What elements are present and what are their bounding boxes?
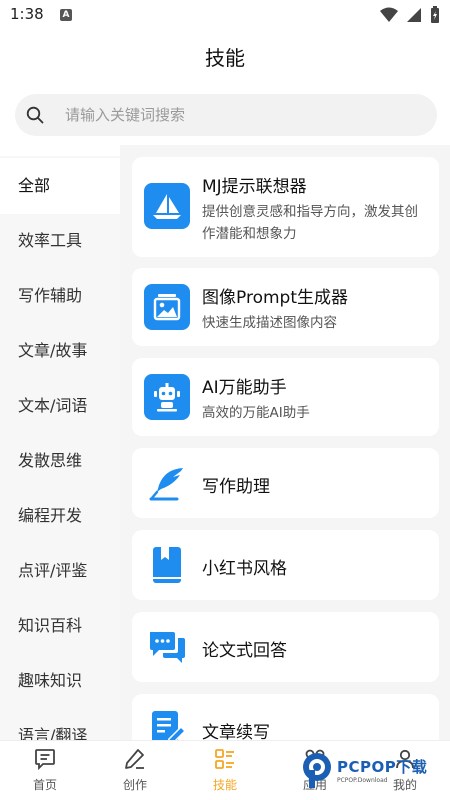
category-sidebar: 全部 效率工具 写作辅助 文章/故事 文本/词语 发散思维 编程开发 点评/评鉴… (0, 156, 120, 740)
notification-a-icon: A (60, 9, 72, 21)
sidebar-item-divergent-thinking[interactable]: 发散思维 (0, 433, 120, 489)
skill-title: AI万能助手 (202, 378, 287, 398)
pen-icon (125, 749, 144, 769)
skill-card-writing-assistant[interactable]: 写作助理 (132, 448, 439, 518)
status-bar: 1:38 A (0, 0, 450, 30)
skill-card-xiaohongshu[interactable]: 小红书风格 (132, 530, 439, 600)
watermark-sub: PCPOP.Download (337, 777, 388, 784)
skill-title: MJ提示联想器 (202, 177, 307, 197)
page-title: 技能 (205, 46, 245, 70)
skills-list: MJ提示联想器 提供创意灵感和指导方向，激发其创作潜能和想象力 图像Prompt… (120, 145, 450, 740)
skill-desc: 提供创意灵感和指导方向，激发其创作潜能和想象力 (202, 204, 418, 242)
skill-title: 论文式回答 (202, 641, 287, 661)
nav-label: 创作 (122, 778, 147, 792)
sidebar-item-language-translation[interactable]: 语言/翻译 (0, 708, 120, 740)
search-bar[interactable] (15, 94, 437, 136)
skill-card-mj-prompt[interactable]: MJ提示联想器 提供创意灵感和指导方向，激发其创作潜能和想象力 (132, 157, 439, 257)
sidebar-item-text-words[interactable]: 文本/词语 (0, 378, 120, 434)
search-input[interactable] (65, 94, 425, 136)
status-time: 1:38 (10, 5, 44, 23)
nav-tab-home[interactable]: 首页 (0, 741, 90, 800)
status-icons (380, 6, 440, 24)
quill-pen-icon (144, 460, 190, 506)
pcpop-logo-icon (303, 753, 331, 788)
watermark: PCPOP下载 PCPOP.Download (300, 748, 448, 794)
wifi-icon (380, 7, 398, 22)
sidebar-item-programming[interactable]: 编程开发 (0, 488, 120, 544)
skill-card-article-continuation[interactable]: 文章续写 (132, 694, 439, 740)
search-icon (26, 106, 44, 124)
skill-title: 文章续写 (202, 723, 270, 740)
nav-tab-create[interactable]: 创作 (90, 741, 180, 800)
chat-bubbles-icon (144, 624, 190, 670)
signal-icon (407, 8, 421, 22)
skill-desc: 高效的万能AI助手 (202, 405, 310, 421)
battery-icon (431, 6, 439, 23)
sidebar-item-all[interactable]: 全部 (0, 158, 120, 214)
skills-list-icon (215, 749, 234, 769)
document-edit-icon (144, 706, 190, 740)
skill-desc: 快速生成描述图像内容 (202, 315, 337, 331)
sailboat-icon (144, 183, 190, 229)
sidebar-item-fun-knowledge[interactable]: 趣味知识 (0, 653, 120, 709)
robot-icon (144, 374, 190, 420)
sidebar-item-review[interactable]: 点评/评鉴 (0, 543, 120, 599)
book-icon (144, 542, 190, 588)
image-gallery-icon (144, 284, 190, 330)
watermark-brand: PCPOP下载 (337, 758, 428, 776)
skill-title: 写作助理 (202, 477, 270, 497)
sidebar-item-encyclopedia[interactable]: 知识百科 (0, 598, 120, 654)
skill-card-thesis-answer[interactable]: 论文式回答 (132, 612, 439, 682)
skill-title: 图像Prompt生成器 (202, 288, 348, 308)
nav-label: 技能 (212, 778, 237, 792)
skill-card-ai-assistant[interactable]: AI万能助手 高效的万能AI助手 (132, 358, 439, 436)
skill-title: 小红书风格 (202, 559, 287, 579)
nav-label: 首页 (32, 778, 57, 792)
sidebar-item-article-story[interactable]: 文章/故事 (0, 323, 120, 379)
sidebar-item-writing-aid[interactable]: 写作辅助 (0, 268, 120, 324)
home-message-icon (35, 749, 55, 771)
nav-tab-skills[interactable]: 技能 (180, 741, 270, 800)
sidebar-item-efficiency-tools[interactable]: 效率工具 (0, 213, 120, 269)
skill-card-image-prompt[interactable]: 图像Prompt生成器 快速生成描述图像内容 (132, 268, 439, 346)
